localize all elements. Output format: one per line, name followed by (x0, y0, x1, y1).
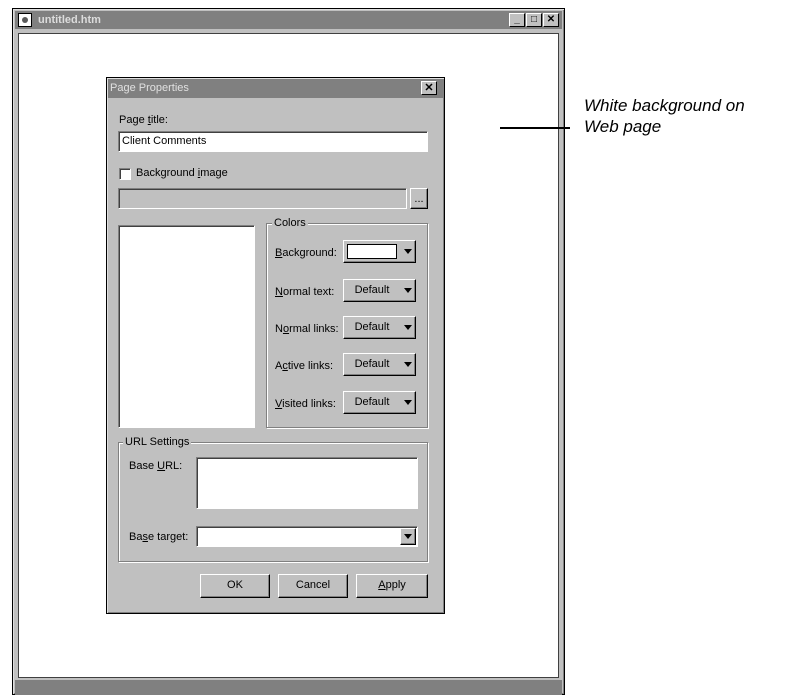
background-image-label: Background image (136, 167, 228, 179)
normal-links-color-value: Default (354, 321, 390, 333)
close-icon: ✕ (546, 14, 556, 25)
background-image-path-input (118, 188, 407, 209)
normal-text-color-label: Normal text: (275, 286, 335, 298)
normal-links-color-dropdown[interactable]: Default (343, 316, 416, 339)
chevron-down-icon (404, 400, 412, 405)
background-color-swatch (347, 244, 397, 259)
chevron-down-icon (404, 362, 412, 367)
base-url-input[interactable] (196, 457, 418, 509)
callout-line-1: White background on (584, 96, 745, 115)
background-image-checkbox[interactable] (119, 168, 131, 180)
close-button[interactable]: ✕ (543, 13, 559, 27)
active-links-color-dropdown[interactable]: Default (343, 353, 416, 376)
page-title-label: Page title: (119, 114, 168, 126)
normal-text-color-value: Default (354, 284, 390, 296)
browse-button[interactable]: ... (410, 188, 428, 209)
status-bar (15, 680, 562, 695)
colors-group-label: Colors (272, 217, 308, 230)
cancel-button[interactable]: Cancel (278, 574, 348, 598)
dialog-title: Page Properties (110, 82, 189, 94)
callout-text: White background on Web page (584, 95, 745, 137)
active-links-color-label: Active links: (275, 360, 334, 372)
dialog-close-button[interactable]: ✕ (421, 81, 437, 95)
maximize-icon: □ (530, 14, 538, 25)
minimize-icon: _ (514, 14, 520, 25)
chevron-down-icon (404, 534, 412, 539)
ok-button[interactable]: OK (200, 574, 270, 598)
visited-links-color-value: Default (354, 396, 390, 408)
visited-links-color-label: Visited links: (275, 398, 336, 410)
minimize-button[interactable]: _ (509, 13, 525, 27)
window-title: untitled.htm (38, 14, 101, 26)
apply-button[interactable]: Apply (356, 574, 428, 598)
normal-text-color-dropdown[interactable]: Default (343, 279, 416, 302)
base-target-label: Base target: (129, 531, 189, 543)
url-settings-group-label: URL Settings (123, 436, 192, 449)
chevron-down-icon (404, 288, 412, 293)
chevron-down-icon (404, 325, 412, 330)
maximize-button[interactable]: □ (526, 13, 542, 27)
callout-line-2: Web page (584, 117, 662, 136)
background-color-label: Background: (275, 247, 337, 259)
chevron-down-icon (404, 249, 412, 254)
base-url-label: Base URL: (129, 460, 183, 472)
page-title-input[interactable]: Client Comments (118, 131, 428, 152)
document-icon (18, 13, 32, 27)
visited-links-color-dropdown[interactable]: Default (343, 391, 416, 414)
close-icon: ✕ (424, 82, 434, 94)
normal-links-color-label: Normal links: (275, 323, 339, 335)
base-target-dropdown[interactable] (196, 526, 418, 547)
active-links-color-value: Default (354, 358, 390, 370)
preview-pane (118, 225, 255, 428)
background-color-dropdown[interactable] (343, 240, 416, 263)
base-target-dropdown-button[interactable] (400, 528, 416, 545)
callout-line (500, 127, 570, 129)
